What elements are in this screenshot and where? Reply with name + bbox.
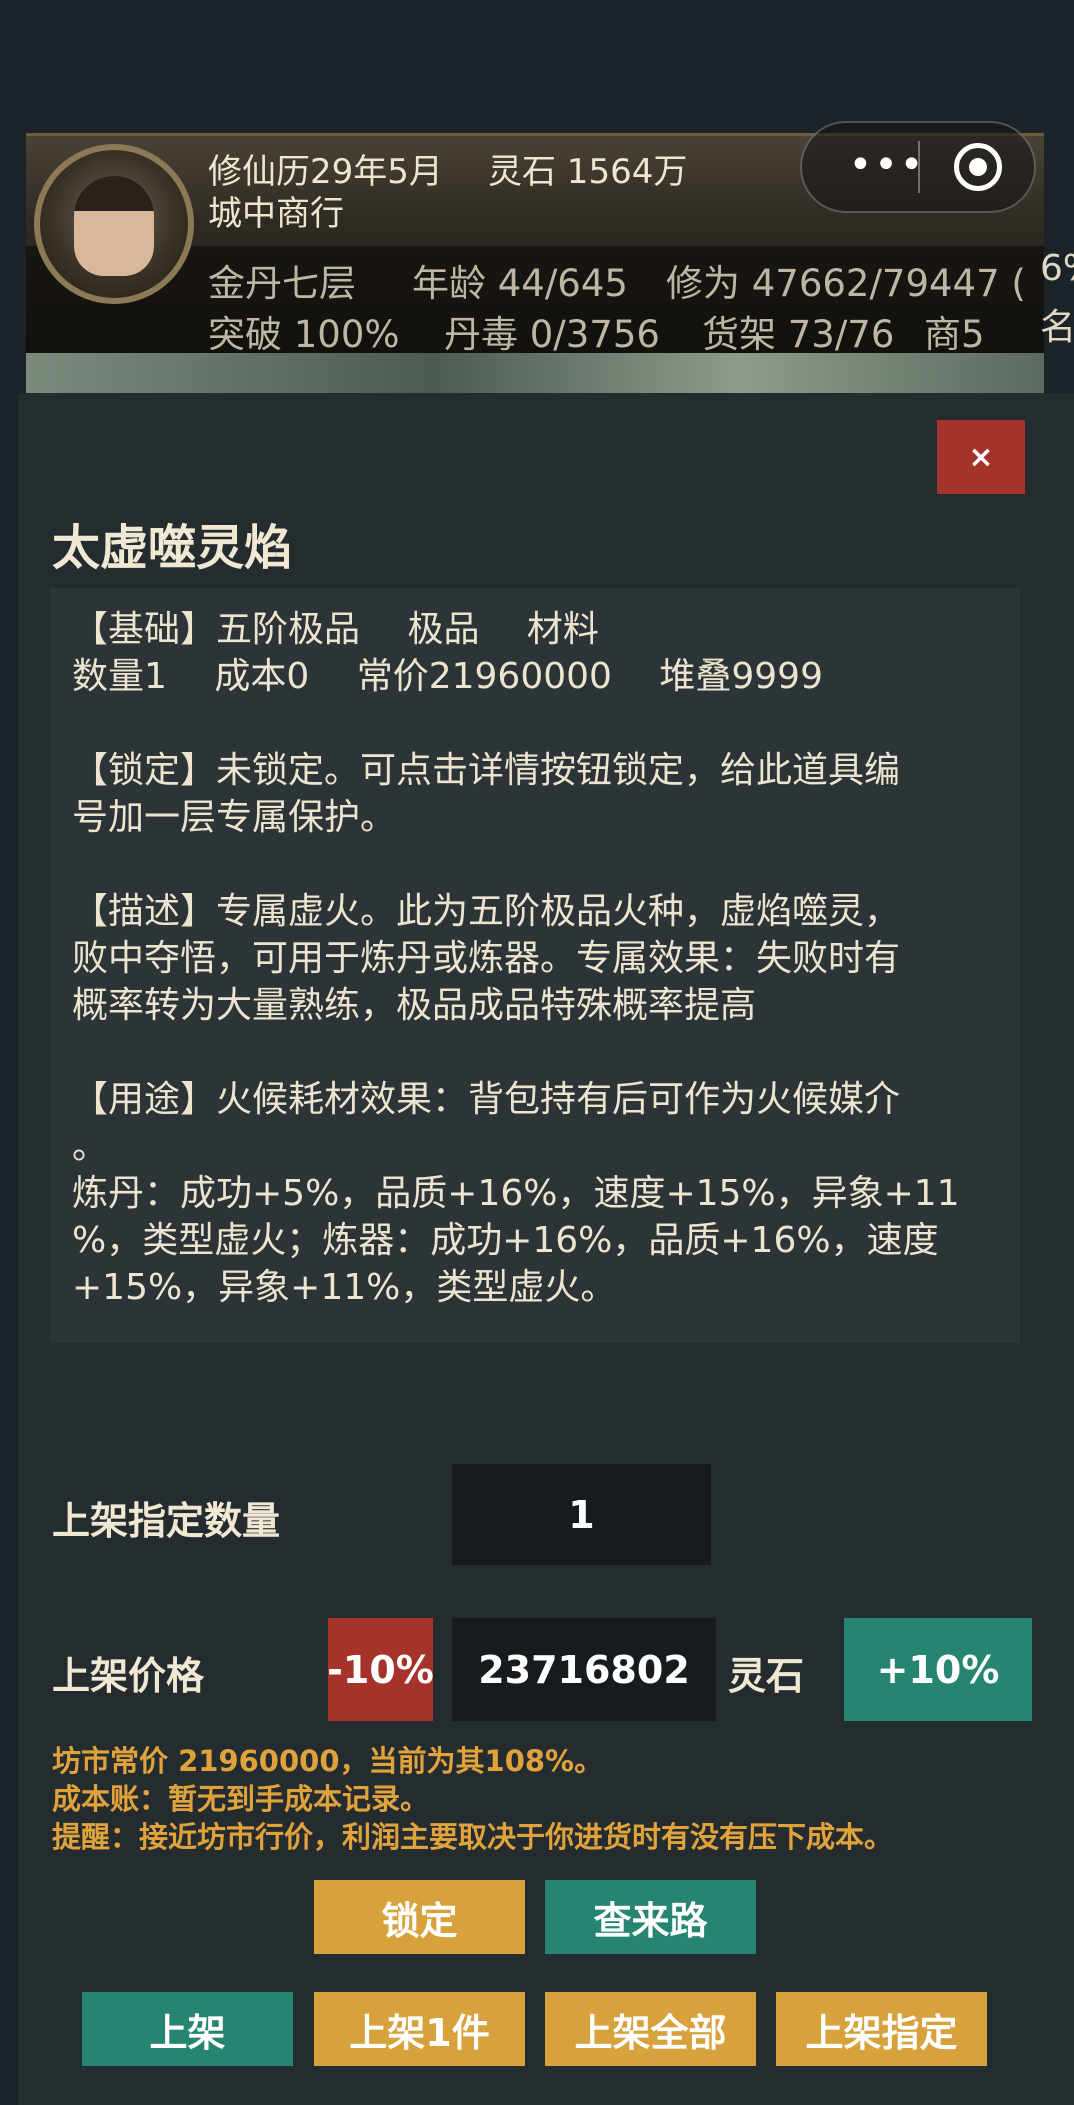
desc-description-3: 概率转为大量熟练，极品成品特殊概率提高 — [72, 985, 757, 1026]
close-button[interactable]: × — [937, 420, 1025, 494]
scene-strip — [26, 353, 1044, 393]
avatar-face — [74, 176, 154, 276]
status-shelf: 货架 73/76 — [702, 313, 895, 356]
lock-button[interactable]: 锁定 — [314, 1880, 525, 1954]
status-realm: 金丹七层 — [208, 262, 356, 305]
desc-description-2: 败中夺悟，可用于炼丹或炼器。专属效果：失败时有 — [72, 938, 901, 979]
reminder-note: 提醒：接近坊市行价，利润主要取决于你进货时有没有压下成本。 — [52, 1820, 894, 1854]
mini-program-capsule: ••• — [800, 121, 1036, 213]
trace-source-button[interactable]: 查来路 — [545, 1880, 756, 1954]
status-cultivation: 修为 47662/79447 ( — [666, 262, 1026, 305]
desc-lock-1: 【锁定】未锁定。可点击详情按钮锁定，给此道具编 — [72, 750, 901, 791]
capsule-divider — [918, 141, 920, 193]
currency-label: 灵石 — [728, 1654, 805, 1698]
cost-note: 成本账：暂无到手成本记录。 — [52, 1782, 430, 1816]
price-input[interactable]: 23716802 — [452, 1618, 716, 1721]
desc-usage-2: 。 — [72, 1126, 109, 1167]
status-location: 城中商行 — [208, 194, 344, 234]
item-description: 【基础】五阶极品 极品 材料 数量1 成本0 常价21960000 堆叠9999… — [50, 588, 1020, 1343]
desc-basic: 【基础】五阶极品 极品 材料 — [72, 609, 599, 650]
item-title: 太虚噬灵焰 — [52, 520, 293, 576]
desc-usage-5: +15%，异象+11%，类型虚火。 — [72, 1267, 617, 1308]
qty-label: 上架指定数量 — [52, 1499, 281, 1543]
price-label: 上架价格 — [52, 1654, 205, 1698]
more-icon[interactable]: ••• — [832, 139, 942, 195]
list-all-button[interactable]: 上架全部 — [545, 1992, 756, 2066]
status-spirit-stone: 灵石 1564万 — [488, 152, 688, 192]
status-age: 年龄 44/645 — [412, 262, 628, 305]
status-merchant: 商5 — [924, 313, 985, 356]
desc-usage-3: 炼丹：成功+5%，品质+16%，速度+15%，异象+11 — [72, 1173, 960, 1214]
desc-stats: 数量1 成本0 常价21960000 堆叠9999 — [72, 656, 823, 697]
decrease-price-button[interactable]: -10% — [327, 1618, 434, 1721]
list-one-button[interactable]: 上架1件 — [314, 1992, 525, 2066]
status-edge-text: 名 — [1040, 307, 1074, 348]
market-price-note: 坊市常价 21960000，当前为其108%。 — [52, 1744, 604, 1778]
status-pill-toxin: 丹毒 0/3756 — [444, 313, 660, 356]
status-breakthrough: 突破 100% — [208, 313, 400, 356]
list-specified-button[interactable]: 上架指定 — [776, 1992, 987, 2066]
desc-description-1: 【描述】专属虚火。此为五阶极品火种，虚焰噬灵， — [72, 891, 901, 932]
quantity-input[interactable]: 1 — [452, 1464, 711, 1565]
desc-usage-1: 【用途】火候耗材效果：背包持有后可作为火候媒介 — [72, 1079, 901, 1120]
desc-lock-2: 号加一层专属保护。 — [72, 797, 397, 838]
avatar[interactable] — [34, 144, 194, 304]
increase-price-button[interactable]: +10% — [844, 1618, 1032, 1721]
desc-usage-4: %，类型虚火；炼器：成功+16%，品质+16%，速度 — [72, 1220, 939, 1261]
target-icon[interactable] — [954, 143, 1002, 191]
list-button[interactable]: 上架 — [82, 1992, 293, 2066]
status-cultivation-pct: 6% — [1040, 248, 1074, 289]
